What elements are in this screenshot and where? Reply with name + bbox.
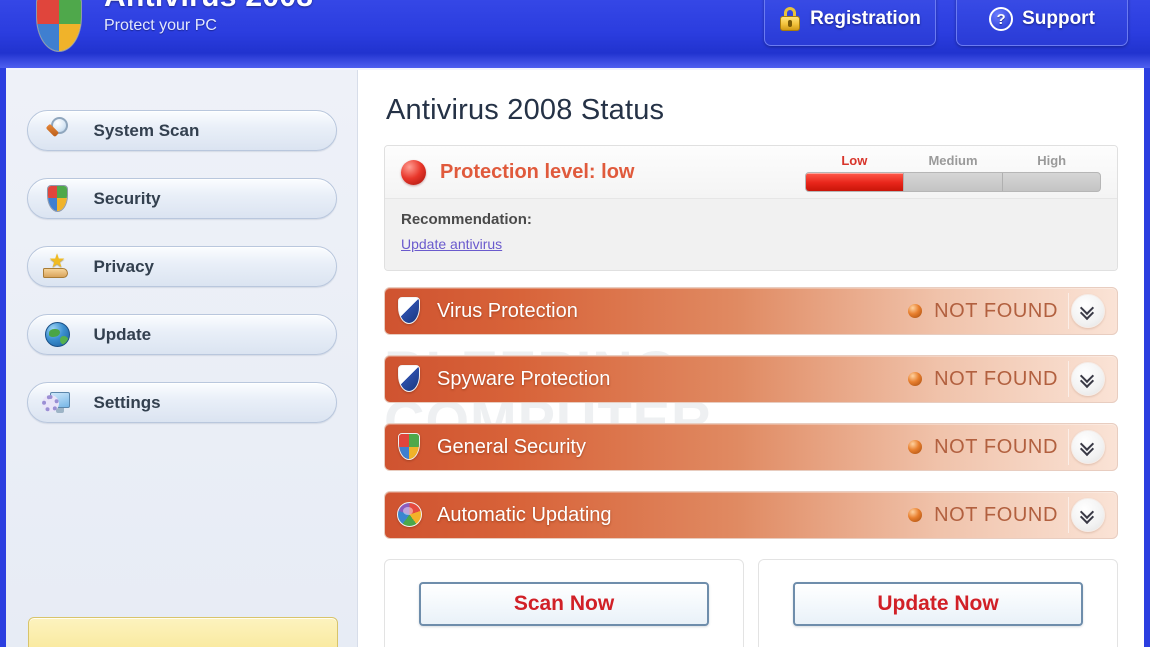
- brand: Antivirus 2008 Protect your PC: [30, 0, 313, 52]
- sidebar-item-label: System Scan: [93, 120, 200, 140]
- lock-icon: [779, 7, 801, 31]
- application-window: Antivirus 2008 Protect your PC Registrat…: [0, 0, 1150, 647]
- page-title: Antivirus 2008 Status: [386, 94, 665, 126]
- protection-level-label: Protection level: low: [440, 160, 635, 183]
- globe-icon: [42, 320, 72, 350]
- status-list: Virus Protection NOT FOUND Spyware Prote…: [384, 287, 1118, 539]
- recommendation-title: Recommendation:: [401, 211, 532, 228]
- meter-label-high: High: [1037, 152, 1067, 168]
- monitor-gear-icon: [41, 388, 72, 418]
- divider: [1068, 361, 1069, 397]
- red-status-sphere-icon: [401, 159, 426, 185]
- sidebar-item-label: Privacy: [93, 256, 155, 276]
- status-row-label: General Security: [437, 435, 586, 458]
- protection-level-summary: Protection level: low Low Medium High: [385, 146, 1117, 198]
- windows-shield-icon: [395, 432, 423, 462]
- status-row-status-text: NOT FOUND: [934, 299, 1058, 322]
- window-body: System Scan Security Privacy Update Sett…: [6, 68, 1144, 647]
- scan-now-button[interactable]: Scan Now: [419, 582, 709, 626]
- sidebar-item-settings[interactable]: Settings: [26, 382, 337, 423]
- main-content: BLEEPING COMPUTER Antivirus 2008 Status …: [358, 70, 1144, 647]
- status-row-state: NOT FOUND: [908, 504, 1068, 527]
- header-buttons: Registration ? Support: [764, 0, 1128, 46]
- status-row-state: NOT FOUND: [908, 300, 1068, 323]
- status-row-virus-protection[interactable]: Virus Protection NOT FOUND: [384, 287, 1118, 335]
- expand-button[interactable]: [1071, 294, 1105, 328]
- status-row-state: NOT FOUND: [908, 436, 1068, 459]
- sidebar-item-label: Settings: [93, 392, 161, 412]
- update-now-button-label: Update Now: [877, 592, 999, 615]
- status-row-state: NOT FOUND: [908, 368, 1068, 391]
- status-row-label: Automatic Updating: [437, 503, 612, 526]
- registration-button[interactable]: Registration: [764, 0, 936, 46]
- status-row-status-text: NOT FOUND: [934, 435, 1058, 458]
- update-antivirus-link[interactable]: Update antivirus: [401, 236, 502, 252]
- star-hand-icon: [42, 252, 72, 282]
- divider: [1068, 429, 1069, 465]
- meter-label-low: Low: [841, 152, 868, 168]
- chevron-double-down-icon: [1079, 368, 1095, 389]
- protection-level-panel: Protection level: low Low Medium High Re…: [384, 145, 1118, 271]
- sidebar-item-privacy[interactable]: Privacy: [26, 246, 337, 287]
- color-globe-icon: [395, 500, 423, 530]
- recommendation-section: Recommendation: Update antivirus: [385, 198, 1117, 270]
- status-row-spyware-protection[interactable]: Spyware Protection NOT FOUND: [384, 355, 1118, 403]
- action-panels: Scan Now Update Now: [384, 559, 1118, 647]
- meter-bar: [805, 171, 1101, 192]
- sidebar-item-system-scan[interactable]: System Scan: [26, 110, 337, 151]
- registration-button-label: Registration: [810, 8, 921, 29]
- help-circle-icon: ?: [989, 7, 1014, 31]
- app-title: Antivirus 2008: [104, 0, 313, 14]
- blue-shield-icon: [395, 296, 423, 326]
- scan-panel: Scan Now: [384, 559, 744, 647]
- windows-shield-icon: [42, 184, 72, 214]
- meter-segment-low: [806, 172, 905, 191]
- app-tagline: Protect your PC: [104, 17, 217, 34]
- divider: [1068, 293, 1069, 329]
- expand-button[interactable]: [1071, 430, 1105, 464]
- status-row-label: Virus Protection: [437, 299, 578, 322]
- sidebar: System Scan Security Privacy Update Sett…: [6, 70, 358, 647]
- meter-segment-medium: [904, 172, 1003, 191]
- sidebar-item-update[interactable]: Update: [26, 314, 337, 355]
- orange-status-dot-icon: [908, 304, 923, 318]
- sidebar-item-security[interactable]: Security: [26, 178, 337, 219]
- status-row-general-security[interactable]: General Security NOT FOUND: [384, 423, 1118, 471]
- expand-button[interactable]: [1071, 362, 1105, 396]
- status-row-status-text: NOT FOUND: [934, 503, 1058, 526]
- support-button[interactable]: ? Support: [956, 0, 1128, 46]
- chevron-double-down-icon: [1079, 504, 1095, 525]
- expand-button[interactable]: [1071, 498, 1105, 532]
- status-row-status-text: NOT FOUND: [934, 367, 1058, 390]
- update-panel: Update Now: [758, 559, 1118, 647]
- update-now-button[interactable]: Update Now: [793, 582, 1083, 626]
- meter-segment-high: [1003, 173, 1100, 191]
- sidebar-item-label: Security: [93, 188, 161, 208]
- protection-level-meter: Low Medium High: [805, 153, 1105, 192]
- scan-now-button-label: Scan Now: [513, 592, 615, 615]
- brand-text: Antivirus 2008 Protect your PC: [104, 0, 313, 36]
- orange-status-dot-icon: [908, 440, 923, 454]
- windows-shield-icon: [30, 0, 94, 52]
- status-row-automatic-updating[interactable]: Automatic Updating NOT FOUND: [384, 491, 1118, 539]
- magnifier-icon: [42, 116, 72, 146]
- app-header: Antivirus 2008 Protect your PC Registrat…: [0, 0, 1150, 68]
- orange-status-dot-icon: [908, 372, 923, 386]
- chevron-double-down-icon: [1079, 436, 1095, 457]
- meter-labels: Low Medium High: [805, 153, 1101, 168]
- sidebar-item-label: Update: [93, 324, 152, 344]
- meter-label-medium: Medium: [928, 152, 978, 168]
- blue-shield-icon: [395, 364, 423, 394]
- support-button-label: Support: [1022, 8, 1095, 29]
- chevron-double-down-icon: [1079, 300, 1095, 321]
- status-row-label: Spyware Protection: [437, 367, 611, 390]
- promo-banner[interactable]: Get full real-time protection: [28, 617, 338, 647]
- orange-status-dot-icon: [908, 508, 923, 522]
- divider: [1068, 497, 1069, 533]
